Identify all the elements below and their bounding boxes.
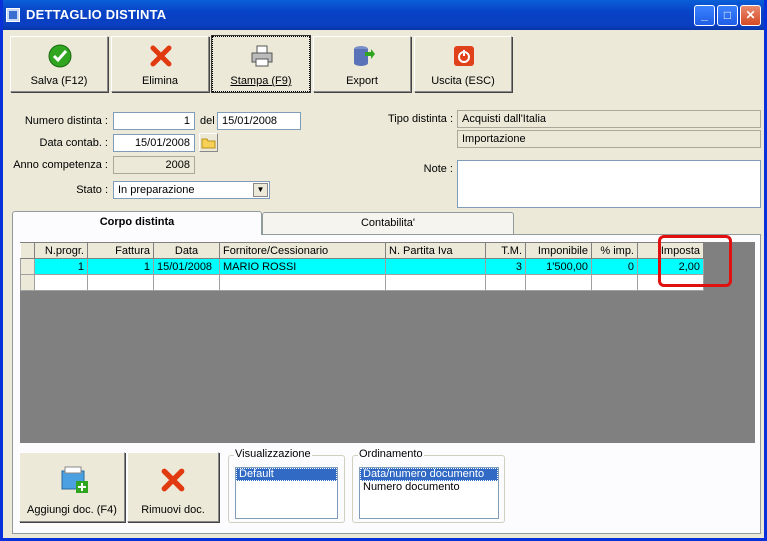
database-export-icon [354, 46, 375, 66]
check-icon [48, 44, 72, 68]
window-title: DETTAGLIO DISTINTA [26, 7, 167, 22]
power-icon [454, 46, 474, 66]
anno-competenza-field: 2008 [113, 156, 195, 174]
ordinamento-label: Ordinamento [358, 448, 424, 460]
grid-header-row: N.progr. Fattura Data Fornitore/Cessiona… [20, 242, 704, 259]
chevron-down-icon[interactable]: ▼ [253, 183, 268, 197]
exit-label: Uscita (ESC) [431, 75, 495, 87]
cell[interactable]: 1 [34, 258, 88, 275]
exit-button[interactable]: Uscita (ESC) [414, 36, 512, 92]
visualizzazione-label: Visualizzazione [234, 448, 312, 460]
tipo-distinta-field: Acquisti dall'Italia [457, 110, 761, 128]
col-header[interactable]: % imp. [591, 242, 638, 259]
cell[interactable]: 1'500,00 [525, 258, 592, 275]
cell[interactable]: 15/01/2008 [153, 258, 220, 275]
list-item[interactable]: Default [236, 468, 337, 481]
note-label: Note : [423, 163, 453, 175]
ordinamento-list[interactable]: Data/numero documento Numero documento [359, 467, 499, 519]
close-button[interactable]: ✕ [740, 5, 761, 26]
table-row-empty[interactable] [20, 274, 704, 291]
save-label: Salva (F12) [30, 75, 88, 87]
remove-document-label: Rimuovi doc. [141, 504, 205, 516]
cell[interactable]: 1 [87, 258, 154, 275]
app-icon [6, 8, 20, 22]
save-button[interactable]: Salva (F12) [10, 36, 108, 92]
data-contab-input[interactable]: 15/01/2008 [113, 134, 195, 152]
delete-button[interactable]: Elimina [111, 36, 209, 92]
cell[interactable]: 3 [485, 258, 526, 275]
window: DETTAGLIO DISTINTA _ □ ✕ Salva (F12) Eli… [0, 0, 767, 541]
tab-contabilita[interactable]: Contabilita' [262, 212, 514, 234]
title-bar[interactable]: DETTAGLIO DISTINTA _ □ ✕ [3, 0, 764, 30]
col-header[interactable]: Imponibile [525, 242, 592, 259]
numero-distinta-input[interactable]: 1 [113, 112, 195, 130]
col-header[interactable]: N.progr. [34, 242, 88, 259]
cell[interactable]: MARIO ROSSI [219, 258, 386, 275]
export-button[interactable]: Export [313, 36, 411, 92]
visualizzazione-group: Visualizzazione Default [228, 448, 345, 523]
add-folder-icon [61, 466, 88, 493]
stato-label: Stato : [76, 184, 108, 196]
numero-label: Numero distinta : [24, 115, 108, 127]
cell[interactable] [385, 258, 486, 275]
list-item[interactable]: Data/numero documento [360, 468, 498, 481]
data-grid[interactable]: N.progr. Fattura Data Fornitore/Cessiona… [20, 242, 755, 443]
ordinamento-group: Ordinamento Data/numero documento Numero… [352, 448, 505, 523]
calendar-button[interactable] [199, 133, 218, 152]
tab-corpo-distinta[interactable]: Corpo distinta [12, 211, 262, 235]
highlight-box [658, 235, 732, 287]
row-header-corner [20, 242, 35, 259]
print-button[interactable]: Stampa (F9) [211, 35, 311, 93]
maximize-button[interactable]: □ [717, 5, 738, 26]
del-date-input[interactable]: 15/01/2008 [217, 112, 301, 130]
stato-value: In preparazione [118, 184, 195, 196]
tipo-label: Tipo distinta : [387, 113, 453, 125]
row-header[interactable] [20, 274, 35, 291]
remove-document-button[interactable]: Rimuovi doc. [127, 452, 219, 522]
printer-icon [251, 45, 273, 67]
visualizzazione-list[interactable]: Default [235, 467, 338, 519]
x-icon [161, 468, 185, 492]
col-header[interactable]: T.M. [485, 242, 526, 259]
print-label: Stampa (F9) [230, 75, 292, 87]
del-label: del [200, 115, 215, 127]
col-header[interactable]: Fattura [87, 242, 154, 259]
grid-table: N.progr. Fattura Data Fornitore/Cessiona… [20, 242, 704, 291]
stato-select[interactable]: In preparazione ▼ [113, 181, 270, 199]
row-header[interactable] [20, 258, 35, 275]
folder-icon [201, 138, 216, 149]
export-label: Export [346, 75, 378, 87]
tipo-distinta-field-2: Importazione [457, 130, 761, 148]
note-textarea[interactable] [457, 160, 761, 208]
anno-label: Anno competenza : [13, 159, 108, 171]
col-header[interactable]: N. Partita Iva [385, 242, 486, 259]
x-icon [150, 45, 172, 67]
table-row[interactable]: 1 1 15/01/2008 MARIO ROSSI 3 1'500,00 0 … [20, 258, 704, 275]
col-header[interactable]: Data [153, 242, 220, 259]
add-document-button[interactable]: Aggiungi doc. (F4) [19, 452, 125, 522]
minimize-button[interactable]: _ [694, 5, 715, 26]
data-contab-label: Data contab. : [39, 137, 109, 149]
col-header[interactable]: Fornitore/Cessionario [219, 242, 386, 259]
cell[interactable]: 0 [591, 258, 638, 275]
add-document-label: Aggiungi doc. (F4) [27, 504, 117, 516]
list-item[interactable]: Numero documento [360, 481, 498, 494]
delete-label: Elimina [141, 75, 179, 87]
